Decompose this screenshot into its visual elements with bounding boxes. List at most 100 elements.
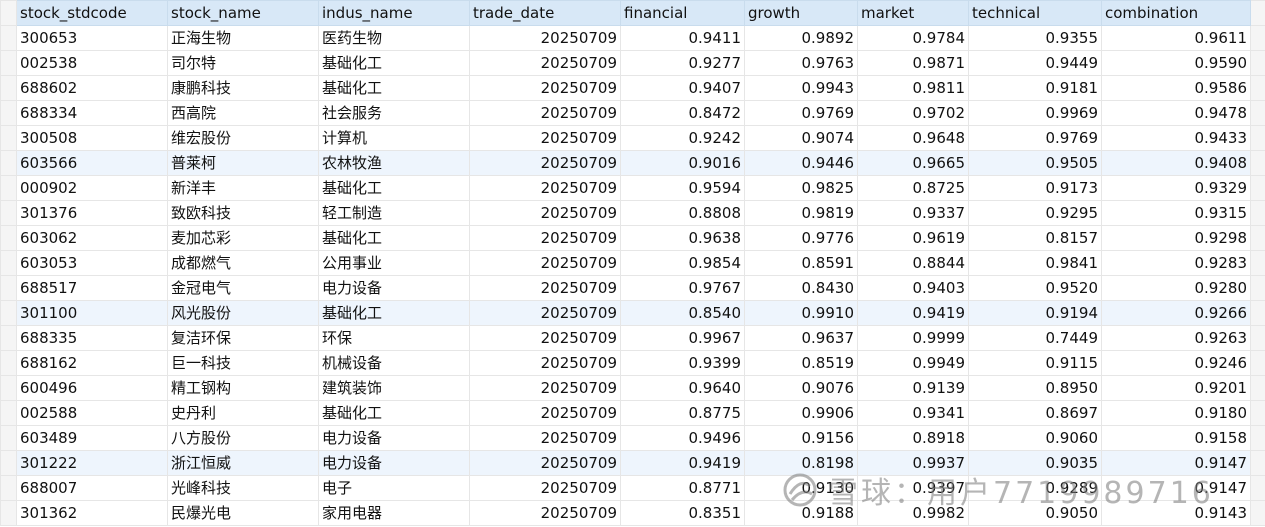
table-row[interactable]: 301100 风光股份 基础化工 20250709 0.8540 0.9910 0.9419… (0, 300, 1265, 326)
cell-growth[interactable]: 0.9763 (744, 50, 858, 76)
cell-stock-stdcode[interactable]: 688162 (16, 350, 168, 376)
cell-stock-name[interactable]: 麦加芯彩 (167, 225, 319, 251)
cell-market[interactable]: 0.9702 (857, 100, 969, 126)
cell-market[interactable]: 0.9982 (857, 500, 969, 526)
cell-financial[interactable]: 0.9594 (620, 175, 745, 201)
cell-stock-name[interactable]: 风光股份 (167, 300, 319, 326)
table-row[interactable]: 603053 成都燃气 公用事业 20250709 0.9854 0.8591 0.8844… (0, 250, 1265, 276)
cell-stock-stdcode[interactable]: 002538 (16, 50, 168, 76)
table-row[interactable]: 688335 复洁环保 环保 20250709 0.9967 0.9637 0.9999 0.… (0, 325, 1265, 351)
cell-financial[interactable]: 0.8351 (620, 500, 745, 526)
cell-technical[interactable]: 0.9050 (968, 500, 1102, 526)
cell-market[interactable]: 0.9397 (857, 475, 969, 501)
row-gutter[interactable] (0, 25, 17, 51)
cell-growth[interactable]: 0.9076 (744, 375, 858, 401)
cell-stock-stdcode[interactable]: 688007 (16, 475, 168, 501)
row-gutter[interactable] (0, 175, 17, 201)
cell-technical[interactable]: 0.9060 (968, 425, 1102, 451)
cell-market[interactable]: 0.9871 (857, 50, 969, 76)
row-gutter[interactable] (0, 500, 17, 526)
cell-stock-stdcode[interactable]: 002588 (16, 400, 168, 426)
row-gutter[interactable] (0, 400, 17, 426)
cell-combination[interactable]: 0.9266 (1101, 300, 1251, 326)
cell-combination[interactable]: 0.9143 (1101, 500, 1251, 526)
cell-growth[interactable]: 0.9776 (744, 225, 858, 251)
cell-stock-name[interactable]: 致欧科技 (167, 200, 319, 226)
cell-combination[interactable]: 0.9298 (1101, 225, 1251, 251)
cell-technical[interactable]: 0.7449 (968, 325, 1102, 351)
table-row[interactable]: 301376 致欧科技 轻工制造 20250709 0.8808 0.9819 0.9337… (0, 200, 1265, 226)
row-gutter[interactable] (0, 100, 17, 126)
cell-growth[interactable]: 0.9825 (744, 175, 858, 201)
cell-market[interactable]: 0.9341 (857, 400, 969, 426)
row-gutter-header[interactable] (0, 0, 17, 26)
cell-indus-name[interactable]: 电力设备 (318, 450, 470, 476)
cell-technical[interactable]: 0.9115 (968, 350, 1102, 376)
cell-indus-name[interactable]: 基础化工 (318, 400, 470, 426)
cell-technical[interactable]: 0.9295 (968, 200, 1102, 226)
cell-trade-date[interactable]: 20250709 (469, 425, 621, 451)
cell-combination[interactable]: 0.9478 (1101, 100, 1251, 126)
cell-combination[interactable]: 0.9280 (1101, 275, 1251, 301)
cell-indus-name[interactable]: 基础化工 (318, 50, 470, 76)
cell-combination[interactable]: 0.9246 (1101, 350, 1251, 376)
cell-stock-name[interactable]: 成都燃气 (167, 250, 319, 276)
column-header-market[interactable]: market (857, 0, 969, 26)
cell-indus-name[interactable]: 计算机 (318, 125, 470, 151)
column-header-combination[interactable]: combination (1101, 0, 1251, 26)
cell-growth[interactable]: 0.8430 (744, 275, 858, 301)
cell-financial[interactable]: 0.8771 (620, 475, 745, 501)
cell-stock-stdcode[interactable]: 301376 (16, 200, 168, 226)
cell-growth[interactable]: 0.9943 (744, 75, 858, 101)
cell-indus-name[interactable]: 医药生物 (318, 25, 470, 51)
cell-indus-name[interactable]: 社会服务 (318, 100, 470, 126)
table-row[interactable]: 688517 金冠电气 电力设备 20250709 0.9767 0.8430 0.9403… (0, 275, 1265, 301)
cell-stock-name[interactable]: 史丹利 (167, 400, 319, 426)
cell-market[interactable]: 0.9139 (857, 375, 969, 401)
cell-market[interactable]: 0.9419 (857, 300, 969, 326)
cell-stock-stdcode[interactable]: 603053 (16, 250, 168, 276)
cell-trade-date[interactable]: 20250709 (469, 250, 621, 276)
cell-technical[interactable]: 0.9505 (968, 150, 1102, 176)
row-gutter[interactable] (0, 375, 17, 401)
row-gutter[interactable] (0, 475, 17, 501)
cell-market[interactable]: 0.9403 (857, 275, 969, 301)
cell-trade-date[interactable]: 20250709 (469, 325, 621, 351)
cell-growth[interactable]: 0.8591 (744, 250, 858, 276)
cell-financial[interactable]: 0.8775 (620, 400, 745, 426)
column-header-technical[interactable]: technical (968, 0, 1102, 26)
cell-trade-date[interactable]: 20250709 (469, 300, 621, 326)
cell-stock-name[interactable]: 精工钢构 (167, 375, 319, 401)
column-header-trade-date[interactable]: trade_date (469, 0, 621, 26)
cell-technical[interactable]: 0.9355 (968, 25, 1102, 51)
table-row[interactable]: 002588 史丹利 基础化工 20250709 0.8775 0.9906 0.9341 0… (0, 400, 1265, 426)
cell-indus-name[interactable]: 家用电器 (318, 500, 470, 526)
cell-stock-stdcode[interactable]: 300653 (16, 25, 168, 51)
cell-technical[interactable]: 0.8157 (968, 225, 1102, 251)
cell-growth[interactable]: 0.9910 (744, 300, 858, 326)
cell-combination[interactable]: 0.9590 (1101, 50, 1251, 76)
cell-stock-stdcode[interactable]: 688602 (16, 75, 168, 101)
cell-combination[interactable]: 0.9586 (1101, 75, 1251, 101)
cell-financial[interactable]: 0.8472 (620, 100, 745, 126)
column-header-indus-name[interactable]: indus_name (318, 0, 470, 26)
cell-financial[interactable]: 0.9419 (620, 450, 745, 476)
cell-indus-name[interactable]: 建筑装饰 (318, 375, 470, 401)
cell-stock-name[interactable]: 康鹏科技 (167, 75, 319, 101)
cell-indus-name[interactable]: 电子 (318, 475, 470, 501)
cell-financial[interactable]: 0.9277 (620, 50, 745, 76)
row-gutter[interactable] (0, 125, 17, 151)
cell-indus-name[interactable]: 机械设备 (318, 350, 470, 376)
cell-financial[interactable]: 0.9638 (620, 225, 745, 251)
cell-combination[interactable]: 0.9201 (1101, 375, 1251, 401)
cell-growth[interactable]: 0.9769 (744, 100, 858, 126)
cell-trade-date[interactable]: 20250709 (469, 500, 621, 526)
cell-trade-date[interactable]: 20250709 (469, 475, 621, 501)
cell-financial[interactable]: 0.9242 (620, 125, 745, 151)
cell-market[interactable]: 0.9337 (857, 200, 969, 226)
cell-trade-date[interactable]: 20250709 (469, 150, 621, 176)
table-row[interactable]: 603062 麦加芯彩 基础化工 20250709 0.9638 0.9776 0.9619… (0, 225, 1265, 251)
cell-stock-stdcode[interactable]: 301362 (16, 500, 168, 526)
cell-financial[interactable]: 0.9016 (620, 150, 745, 176)
cell-stock-name[interactable]: 金冠电气 (167, 275, 319, 301)
